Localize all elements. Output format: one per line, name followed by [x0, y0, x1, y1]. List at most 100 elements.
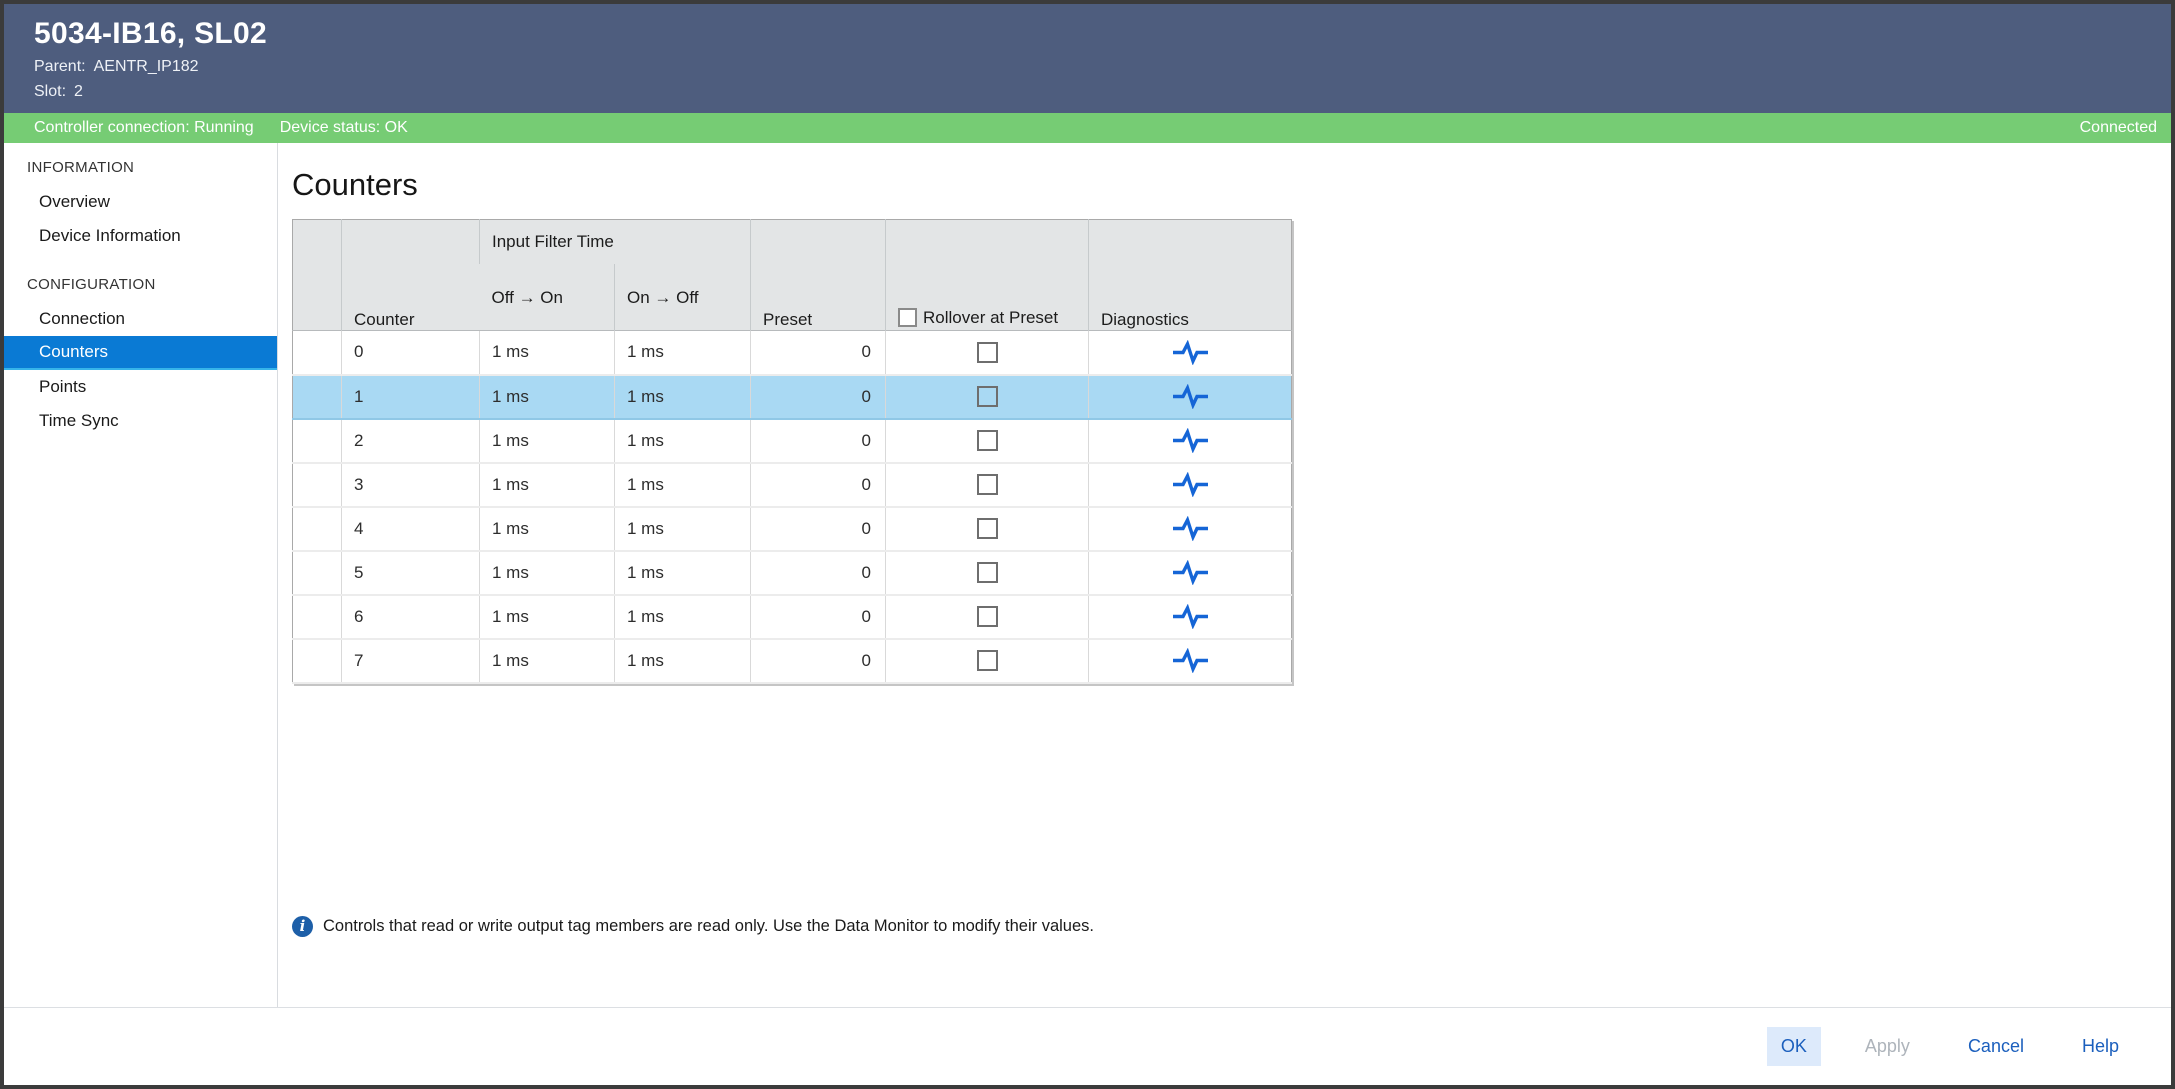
preset-cell: 0	[751, 463, 886, 507]
table-row[interactable]: 6 1 ms 1 ms 0	[293, 595, 1292, 639]
diagnostics-cell[interactable]	[1089, 375, 1292, 419]
row-selector[interactable]	[293, 375, 342, 419]
table-row[interactable]: 3 1 ms 1 ms 0	[293, 463, 1292, 507]
rollover-cell[interactable]	[886, 551, 1089, 595]
sidebar-item-time-sync[interactable]: Time Sync	[4, 404, 277, 438]
on-off-cell[interactable]: 1 ms	[615, 419, 751, 463]
on-off-cell[interactable]: 1 ms	[615, 595, 751, 639]
rollover-checkbox[interactable]	[977, 430, 998, 451]
rollover-cell[interactable]	[886, 375, 1089, 419]
rollover-cell[interactable]	[886, 639, 1089, 683]
preset-cell: 0	[751, 551, 886, 595]
off-on-cell[interactable]: 1 ms	[480, 463, 615, 507]
rollover-checkbox[interactable]	[977, 342, 998, 363]
off-on-cell[interactable]: 1 ms	[480, 419, 615, 463]
apply-button[interactable]: Apply	[1851, 1027, 1924, 1066]
sidebar-item-overview[interactable]: Overview	[4, 185, 277, 219]
row-selector[interactable]	[293, 595, 342, 639]
sidebar-section: INFORMATION Overview Device Information	[4, 151, 277, 253]
diagnostics-pulse-icon[interactable]	[1172, 472, 1209, 497]
rollover-all-checkbox[interactable]	[898, 308, 917, 327]
table-row[interactable]: 2 1 ms 1 ms 0	[293, 419, 1292, 463]
counter-cell: 1	[342, 375, 480, 419]
on-off-cell[interactable]: 1 ms	[615, 551, 751, 595]
on-off-column-header: On → Off	[615, 264, 751, 331]
sidebar-section-label: INFORMATION	[4, 151, 277, 185]
table-row[interactable]: 1 1 ms 1 ms 0	[293, 375, 1292, 419]
diagnostics-cell[interactable]	[1089, 595, 1292, 639]
row-selector[interactable]	[293, 551, 342, 595]
sidebar-item-device-information[interactable]: Device Information	[4, 219, 277, 253]
off-on-cell[interactable]: 1 ms	[480, 639, 615, 683]
counter-cell: 4	[342, 507, 480, 551]
rollover-cell[interactable]	[886, 419, 1089, 463]
diagnostics-pulse-icon[interactable]	[1172, 340, 1209, 365]
status-bar: Controller connection: Running Device st…	[4, 113, 2171, 143]
sidebar-item-counters[interactable]: Counters	[4, 336, 277, 370]
rollover-checkbox[interactable]	[977, 474, 998, 495]
row-selector[interactable]	[293, 507, 342, 551]
sidebar-item-connection[interactable]: Connection	[4, 302, 277, 336]
diagnostics-pulse-icon[interactable]	[1172, 384, 1209, 409]
on-off-cell[interactable]: 1 ms	[615, 639, 751, 683]
slot-line: Slot:2	[34, 83, 2171, 101]
rollover-cell[interactable]	[886, 507, 1089, 551]
on-off-cell[interactable]: 1 ms	[615, 331, 751, 375]
note-text: Controls that read or write output tag m…	[323, 917, 1094, 936]
table-row[interactable]: 0 1 ms 1 ms 0	[293, 331, 1292, 375]
sidebar-section: CONFIGURATION Connection Counters Points…	[4, 268, 277, 438]
off-on-cell[interactable]: 1 ms	[480, 375, 615, 419]
preset-cell: 0	[751, 419, 886, 463]
sidebar-item-points[interactable]: Points	[4, 370, 277, 404]
off-on-column-header: Off → On	[480, 264, 615, 331]
diagnostics-cell[interactable]	[1089, 463, 1292, 507]
device-status: Device status: OK	[280, 119, 408, 137]
counter-cell: 7	[342, 639, 480, 683]
ok-button[interactable]: OK	[1767, 1027, 1821, 1066]
connection-state: Connected	[2080, 119, 2157, 137]
off-on-cell[interactable]: 1 ms	[480, 507, 615, 551]
diagnostics-cell[interactable]	[1089, 419, 1292, 463]
table-row[interactable]: 4 1 ms 1 ms 0	[293, 507, 1292, 551]
help-button[interactable]: Help	[2068, 1027, 2133, 1066]
parent-label: Parent:	[34, 58, 86, 75]
diagnostics-pulse-icon[interactable]	[1172, 604, 1209, 629]
off-on-cell[interactable]: 1 ms	[480, 551, 615, 595]
diagnostics-pulse-icon[interactable]	[1172, 648, 1209, 673]
rollover-column-header: Rollover at Preset	[886, 220, 1089, 331]
rollover-cell[interactable]	[886, 463, 1089, 507]
rollover-cell[interactable]	[886, 595, 1089, 639]
diagnostics-cell[interactable]	[1089, 507, 1292, 551]
on-off-cell[interactable]: 1 ms	[615, 507, 751, 551]
diagnostics-cell[interactable]	[1089, 331, 1292, 375]
slot-label: Slot:	[34, 83, 66, 100]
row-selector[interactable]	[293, 639, 342, 683]
off-on-cell[interactable]: 1 ms	[480, 595, 615, 639]
table-row[interactable]: 5 1 ms 1 ms 0	[293, 551, 1292, 595]
rollover-checkbox[interactable]	[977, 562, 998, 583]
rollover-checkbox[interactable]	[977, 606, 998, 627]
preset-cell: 0	[751, 331, 886, 375]
on-off-cell[interactable]: 1 ms	[615, 463, 751, 507]
row-selector[interactable]	[293, 419, 342, 463]
diagnostics-cell[interactable]	[1089, 639, 1292, 683]
row-selector[interactable]	[293, 331, 342, 375]
diagnostics-pulse-icon[interactable]	[1172, 560, 1209, 585]
off-on-cell[interactable]: 1 ms	[480, 331, 615, 375]
table-row[interactable]: 7 1 ms 1 ms 0	[293, 639, 1292, 683]
rollover-cell[interactable]	[886, 331, 1089, 375]
counter-cell: 6	[342, 595, 480, 639]
row-selector[interactable]	[293, 463, 342, 507]
parent-line: Parent:AENTR_IP182	[34, 58, 2171, 76]
diagnostics-cell[interactable]	[1089, 551, 1292, 595]
rollover-checkbox[interactable]	[977, 386, 998, 407]
on-off-cell[interactable]: 1 ms	[615, 375, 751, 419]
diagnostics-pulse-icon[interactable]	[1172, 428, 1209, 453]
rollover-checkbox[interactable]	[977, 518, 998, 539]
rollover-checkbox[interactable]	[977, 650, 998, 671]
cancel-button[interactable]: Cancel	[1954, 1027, 2038, 1066]
preset-cell: 0	[751, 507, 886, 551]
diagnostics-pulse-icon[interactable]	[1172, 516, 1209, 541]
module-title: 5034-IB16, SL02	[34, 17, 2171, 51]
preset-cell: 0	[751, 639, 886, 683]
